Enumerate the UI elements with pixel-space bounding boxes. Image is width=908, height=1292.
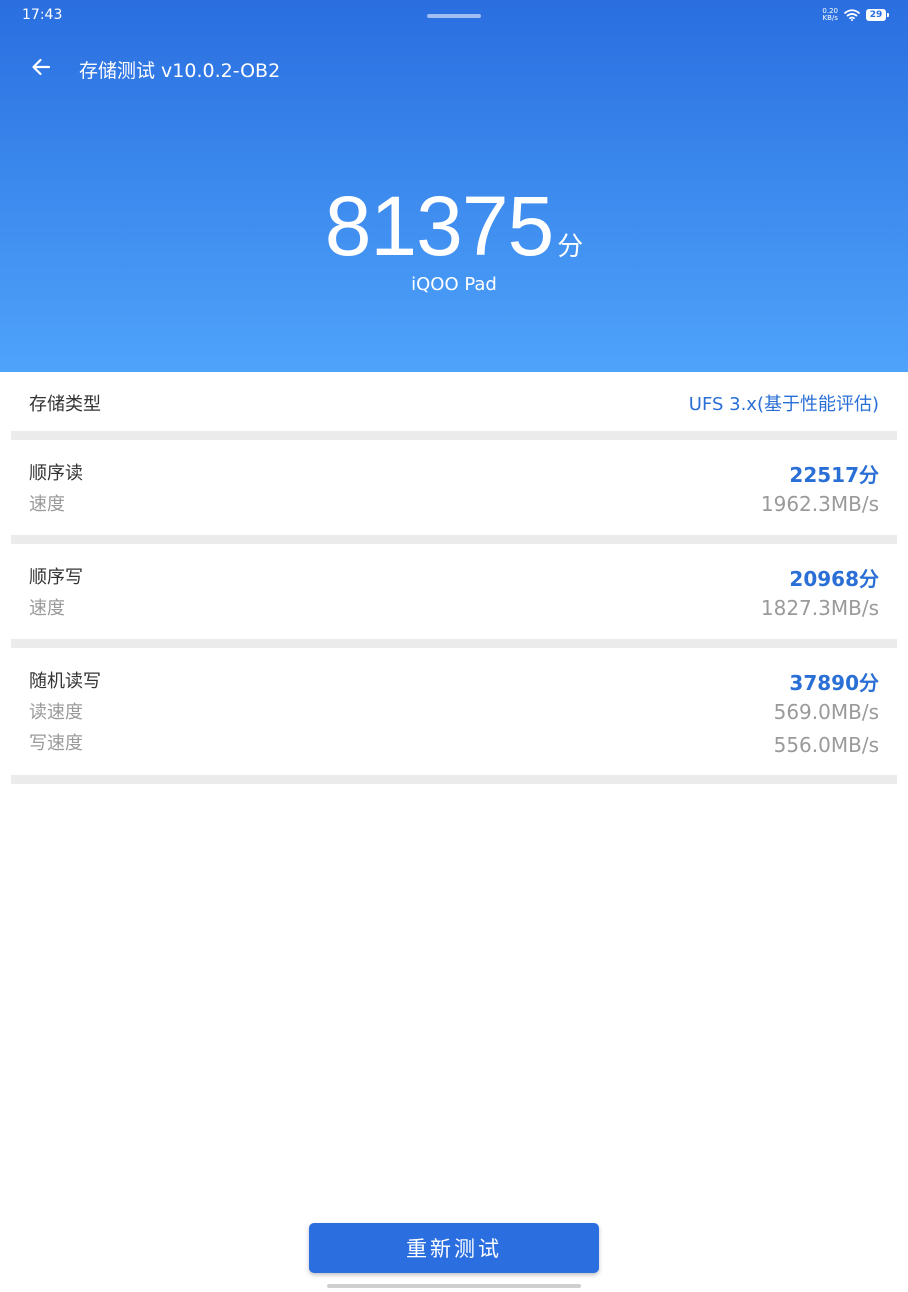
random-rw-label: 随机读写 bbox=[29, 671, 101, 692]
storage-type-value: UFS 3.x(基于性能评估) bbox=[688, 394, 879, 415]
network-speed: 0.20 KB/s bbox=[822, 8, 838, 22]
sequential-write-speed-label: 速度 bbox=[29, 598, 65, 619]
back-button[interactable] bbox=[24, 52, 58, 86]
status-bar: 17:43 0.20 KB/s 29 bbox=[0, 0, 908, 32]
page-title: 存储测试 v10.0.2-OB2 bbox=[79, 60, 281, 82]
sequential-read-speed: 1962.3MB/s bbox=[760, 492, 879, 516]
wifi-icon bbox=[844, 9, 860, 21]
storage-type-label: 存储类型 bbox=[29, 394, 101, 415]
random-read-speed-label: 读速度 bbox=[29, 702, 83, 723]
home-indicator[interactable] bbox=[327, 1284, 581, 1288]
random-write-speed-label: 写速度 bbox=[29, 733, 83, 754]
divider bbox=[11, 535, 897, 544]
sequential-write-score: 20968分 bbox=[789, 567, 879, 591]
divider bbox=[11, 639, 897, 648]
device-name: iQOO Pad bbox=[411, 274, 497, 295]
random-write-speed: 556.0MB/s bbox=[773, 733, 879, 757]
status-icons: 0.20 KB/s 29 bbox=[822, 8, 889, 22]
random-rw-score: 37890分 bbox=[789, 671, 879, 695]
status-time: 17:43 bbox=[22, 7, 63, 23]
sequential-read-row: 顺序读 速度 22517分 1962.3MB/s bbox=[11, 440, 897, 535]
top-drag-handle[interactable] bbox=[427, 14, 481, 18]
sequential-write-row: 顺序写 速度 20968分 1827.3MB/s bbox=[11, 544, 897, 639]
sequential-write-speed: 1827.3MB/s bbox=[760, 596, 879, 620]
results-list: 存储类型 UFS 3.x(基于性能评估) 顺序读 速度 22517分 1962.… bbox=[11, 372, 897, 784]
sequential-read-label: 顺序读 bbox=[29, 463, 83, 484]
sequential-write-label: 顺序写 bbox=[29, 567, 83, 588]
arrow-left-icon bbox=[30, 56, 52, 82]
total-score: 81375 分 bbox=[0, 178, 908, 274]
storage-type-row: 存储类型 UFS 3.x(基于性能评估) bbox=[11, 372, 897, 431]
divider bbox=[11, 775, 897, 784]
battery-icon: 29 bbox=[866, 9, 889, 21]
score-header: 17:43 0.20 KB/s 29 存储测试 v10.0.2-OB2 8137… bbox=[0, 0, 908, 372]
total-score-value: 81375 bbox=[324, 179, 555, 273]
divider bbox=[11, 431, 897, 440]
retest-button[interactable]: 重新测试 bbox=[309, 1223, 599, 1273]
random-rw-row: 随机读写 读速度 写速度 37890分 569.0MB/s 556.0MB/s bbox=[11, 648, 897, 775]
sequential-read-speed-label: 速度 bbox=[29, 494, 65, 515]
random-read-speed: 569.0MB/s bbox=[773, 700, 879, 724]
sequential-read-score: 22517分 bbox=[789, 463, 879, 487]
total-score-unit: 分 bbox=[557, 232, 584, 262]
network-speed-unit: KB/s bbox=[822, 14, 838, 22]
